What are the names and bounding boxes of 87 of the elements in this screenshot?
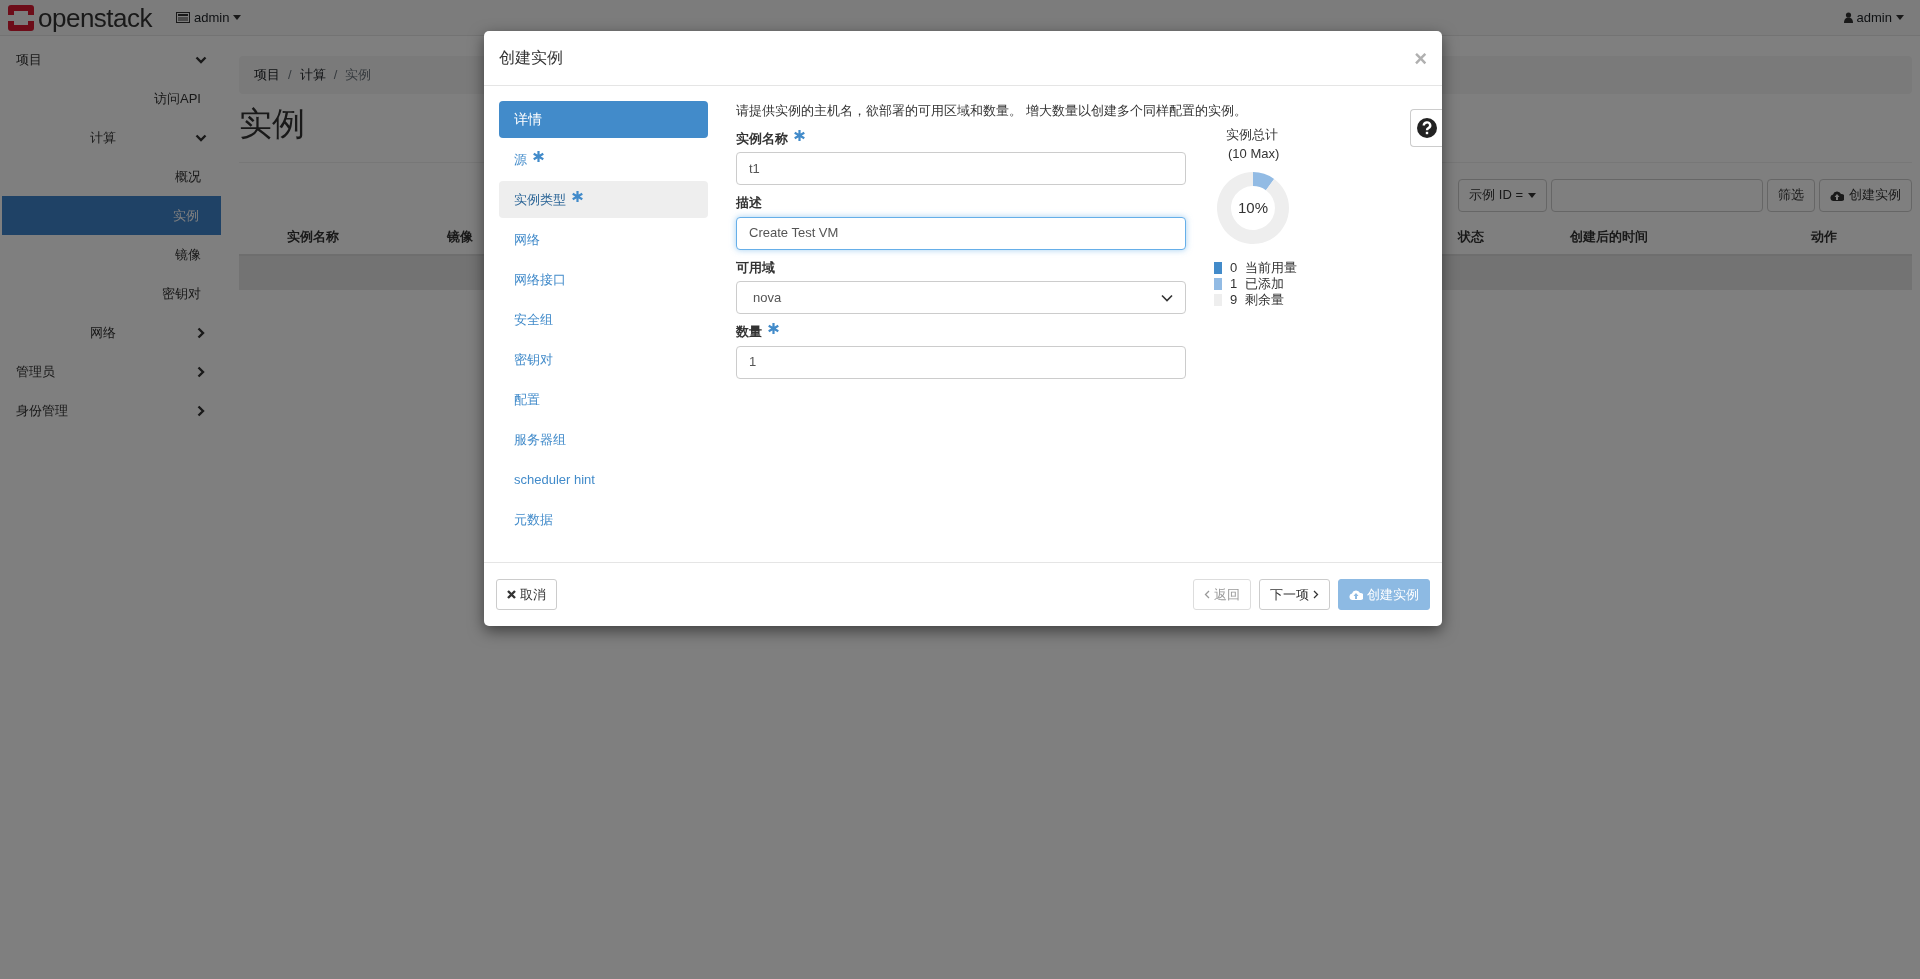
breadcrumb-current: 实例 [345,66,372,85]
breadcrumb-link[interactable]: 项目 [254,65,280,85]
wizard-step[interactable]: 服务器组 [499,421,708,458]
sidebar-label: 身份管理 [16,401,68,420]
help-button[interactable] [1410,109,1442,147]
logo-icon [8,4,34,31]
cancel-button[interactable]: 取消 [496,579,557,610]
chevron-right-icon [195,326,207,339]
sidebar-label: 项目 [16,50,42,69]
sidebar-item[interactable]: 镜像 [0,235,223,274]
caret-icon [233,15,242,20]
column-header: 创建后的时间 [1570,227,1648,246]
sidebar-label: 访问API [154,89,201,108]
column-header: 动作 [1811,227,1837,246]
modal-title: 创建实例 [499,48,563,68]
wizard-step[interactable]: 元数据 [499,501,708,538]
select-field[interactable]: nova [736,281,1186,314]
column-header: 实例名称 [287,227,339,246]
chevron-down-icon [1161,293,1173,302]
chevron-left-icon [1204,590,1210,599]
project-menu[interactable]: admin [176,7,242,28]
column-header: 状态 [1458,227,1484,246]
sidebar-label: 实例 [173,206,199,225]
chevron-right-icon [1313,590,1319,599]
sidebar-label: 镜像 [175,245,201,264]
legend-label: 剩余量 [1245,291,1285,308]
filter-dropdown[interactable]: 示例 ID = [1458,178,1547,212]
sidebar-label: 概况 [175,167,201,186]
sidebar-item[interactable]: 网络 [0,313,223,352]
sidebar-item[interactable]: 访问API [0,79,223,118]
sidebar-label: 网络 [90,323,116,342]
legend-count: 1 [1230,275,1238,292]
wizard-step[interactable]: 实例类型 [499,181,708,218]
cloud-upload-icon [1349,589,1363,600]
sidebar-item[interactable]: 身份管理 [0,391,223,430]
caret-icon [1896,15,1904,20]
sidebar-item[interactable]: 项目 [0,40,223,79]
field-label: 可用域 [736,258,775,277]
help-icon [1416,118,1437,138]
quota-title: 实例总计 [1226,125,1278,144]
create-instance-button[interactable]: 创建实例 [1819,178,1912,212]
user-menu[interactable]: admin [1843,7,1904,28]
wizard-step[interactable]: 密钥对 [499,341,708,378]
filter-button[interactable]: 筛选 [1767,178,1815,212]
sidebar-label: 管理员 [16,362,55,381]
user-icon [1843,12,1853,23]
list-icon [176,12,191,23]
sidebar-label: 计算 [90,128,116,147]
sidebar-item[interactable]: 密钥对 [0,274,223,313]
intro-text: 请提供实例的主机名，欲部署的可用区域和数量。 增大数量以创建多个同样配置的实例。 [736,102,1248,120]
legend-label: 已添加 [1245,275,1285,292]
sidebar-item[interactable]: 概况 [0,157,223,196]
wizard-step[interactable]: 网络 [499,221,708,258]
breadcrumb-separator: / [333,66,338,85]
wizard-step[interactable]: 详情 [499,101,708,138]
breadcrumb-separator: / [288,66,292,85]
field-label: 实例名称 [736,129,788,148]
column-header: 镜像 [447,227,473,246]
sidebar-item[interactable]: 管理员 [0,352,223,391]
quota-subtitle: (10 Max) [1228,145,1280,163]
wizard-step[interactable]: 安全组 [499,301,708,338]
legend-label: 当前用量 [1245,259,1298,276]
sidebar-label: 密钥对 [162,284,201,303]
wizard-step[interactable]: scheduler hint [499,461,708,498]
input-field[interactable]: t1 [736,152,1186,185]
breadcrumb-link[interactable]: 计算 [299,65,326,85]
sidebar-item[interactable]: 实例 [2,196,221,235]
wizard-step[interactable]: 配置 [499,381,708,418]
legend-count: 0 [1230,259,1238,276]
field-label: 数量 [736,323,762,341]
wizard-step[interactable]: 网络接口 [499,261,708,298]
legend-count: 9 [1230,291,1238,308]
logo-text: openstack [38,4,153,31]
required-icon [572,191,583,202]
chevron-right-icon [195,365,207,378]
sidebar-item[interactable]: 计算 [0,118,223,157]
donut-center-label: 10% [1238,197,1268,218]
cloud-upload-icon [1830,189,1844,201]
close-icon [507,590,516,599]
caret-icon [1528,192,1536,198]
chevron-right-icon [195,404,207,417]
input-field[interactable]: 1 [736,345,1186,379]
field-label: 描述 [736,194,762,212]
required-icon [533,151,544,162]
input-field[interactable]: Create Test VM [736,216,1186,250]
filter-input[interactable] [1551,178,1763,212]
next-button[interactable]: 下一项 [1259,579,1330,610]
